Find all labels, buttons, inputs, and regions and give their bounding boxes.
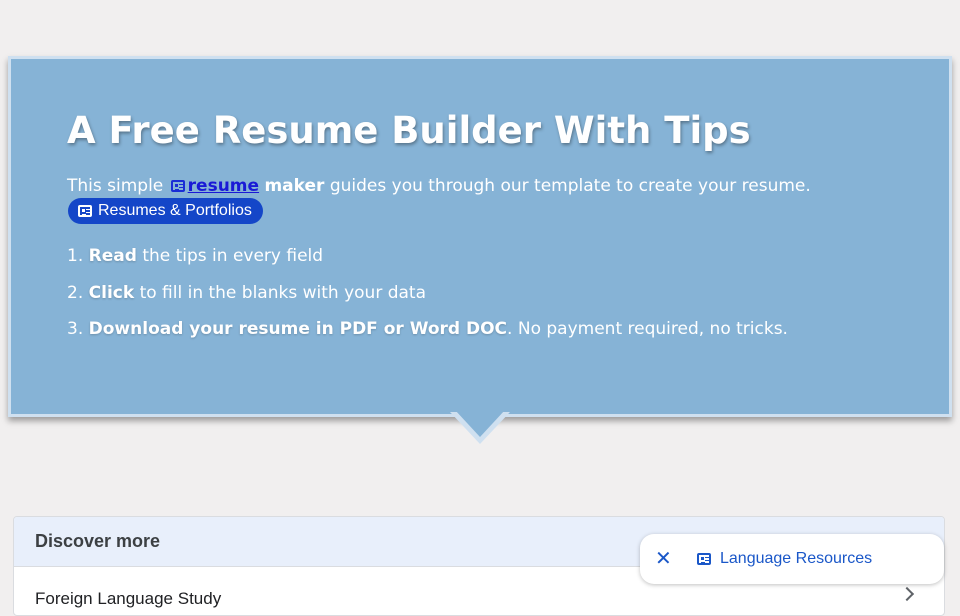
step-item: 3. Download your resume in PDF or Word D…	[67, 319, 788, 356]
step-text: . No payment required, no tricks.	[507, 319, 788, 339]
hero-intro: This simple resume maker guides you thro…	[67, 176, 811, 196]
language-resources-chip[interactable]: ✕ Language Resources	[640, 534, 944, 584]
close-icon[interactable]: ✕	[655, 549, 672, 569]
step-number: 2.	[67, 282, 84, 303]
newspaper-icon	[697, 553, 711, 565]
intro-bold-maker: maker	[264, 176, 325, 196]
intro-prefix: This simple	[67, 176, 164, 196]
step-number: 3.	[67, 319, 84, 339]
step-bold: Read	[88, 246, 137, 266]
discover-item-label: Foreign Language Study	[35, 589, 222, 608]
intro-suffix: guides you through our template to creat…	[329, 176, 811, 196]
step-text: the tips in every field	[142, 246, 324, 266]
step-item: 2. Click to fill in the blanks with your…	[67, 283, 788, 320]
step-number: 1.	[67, 246, 84, 266]
hero-pointer-fill	[455, 410, 505, 437]
resumes-portfolios-chip[interactable]: Resumes & Portfolios	[68, 198, 263, 224]
steps-list: 1. Read the tips in every field 2. Click…	[67, 246, 788, 356]
hero-title: A Free Resume Builder With Tips	[67, 109, 751, 152]
newspaper-icon	[170, 180, 185, 192]
newspaper-icon	[78, 205, 92, 217]
hero-banner: A Free Resume Builder With Tips This sim…	[8, 56, 952, 417]
step-bold: Click	[88, 282, 135, 303]
pill-label: Resumes & Portfolios	[98, 202, 252, 219]
step-text: to fill in the blanks with your data	[139, 282, 426, 303]
chevron-right-icon	[899, 586, 915, 602]
step-bold: Download your resume in PDF or Word DOC	[88, 319, 508, 339]
chip-label: Language Resources	[720, 550, 873, 567]
resume-link[interactable]: resume	[188, 176, 259, 196]
step-item: 1. Read the tips in every field	[67, 246, 788, 283]
